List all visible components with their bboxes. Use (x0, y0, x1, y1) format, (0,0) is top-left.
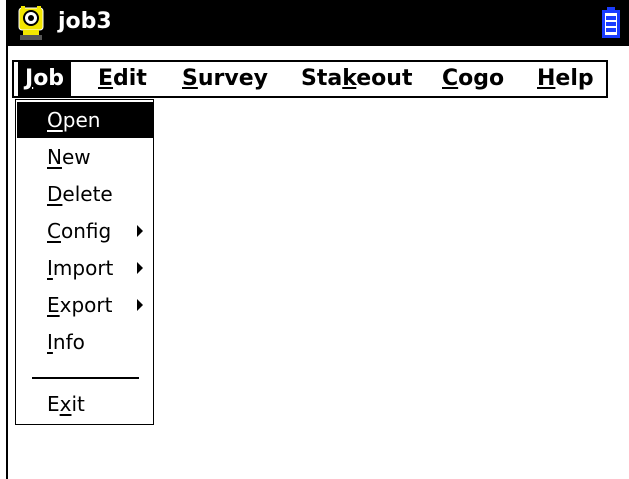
exit-label: it (71, 392, 85, 416)
delete-accel: D (47, 182, 63, 206)
menu-item-export[interactable]: Export (17, 287, 153, 323)
total-station-icon[interactable] (12, 4, 50, 42)
menu-job-accel: J (25, 66, 34, 91)
menu-cogo-accel: C (442, 66, 459, 91)
config-accel: C (47, 219, 61, 243)
menu-job-label: ob (33, 66, 65, 91)
export-label: xport (59, 293, 113, 317)
menu-help-accel: H (537, 66, 556, 91)
menu-item-config[interactable]: Config (17, 213, 153, 249)
menu-item-info[interactable]: Info (17, 324, 153, 360)
menu-help-label: elp (555, 66, 594, 91)
new-label: ew (61, 145, 91, 169)
menu-stakeout[interactable]: Stakeout (294, 62, 419, 96)
exit-accel: x (59, 392, 72, 416)
title-bar: job3 (6, 0, 629, 46)
menu-item-exit[interactable]: Exit (17, 386, 153, 422)
menu-help[interactable]: Help (530, 62, 601, 96)
menu-survey[interactable]: Survey (175, 62, 275, 96)
menu-stakeout-accel: k (342, 66, 357, 91)
battery-icon (602, 7, 620, 38)
menu-job[interactable]: Job (18, 62, 72, 96)
job-dropdown-menu: Open New Delete Config Import Export Inf… (15, 99, 154, 425)
menu-bar: Job Edit Survey Stakeout Cogo Help (12, 60, 608, 98)
import-label: mport (52, 256, 114, 280)
menu-survey-label: urvey (197, 66, 268, 91)
submenu-arrow-icon (137, 262, 143, 274)
info-label: nfo (52, 330, 85, 354)
exit-prefix: E (47, 392, 60, 416)
delete-label: elete (62, 182, 113, 206)
menu-stakeout-prefix: Sta (301, 66, 343, 91)
menu-survey-accel: S (182, 66, 198, 91)
open-accel: O (47, 108, 63, 132)
menu-item-delete[interactable]: Delete (17, 176, 153, 212)
export-accel: E (47, 293, 60, 317)
config-label: onfig (60, 219, 112, 243)
submenu-arrow-icon (137, 225, 143, 237)
menu-separator (32, 377, 139, 379)
menu-cogo-label: ogo (458, 66, 505, 91)
new-accel: N (47, 145, 62, 169)
submenu-arrow-icon (137, 299, 143, 311)
menu-item-open[interactable]: Open (17, 102, 153, 138)
window-title: job3 (58, 9, 112, 34)
menu-item-new[interactable]: New (17, 139, 153, 175)
menu-edit[interactable]: Edit (91, 62, 154, 96)
menu-cogo[interactable]: Cogo (435, 62, 511, 96)
menu-edit-accel: E (98, 66, 114, 91)
menu-edit-label: dit (113, 66, 147, 91)
menu-item-import[interactable]: Import (17, 250, 153, 286)
menu-stakeout-label: eout (356, 66, 413, 91)
open-label: pen (62, 108, 101, 132)
